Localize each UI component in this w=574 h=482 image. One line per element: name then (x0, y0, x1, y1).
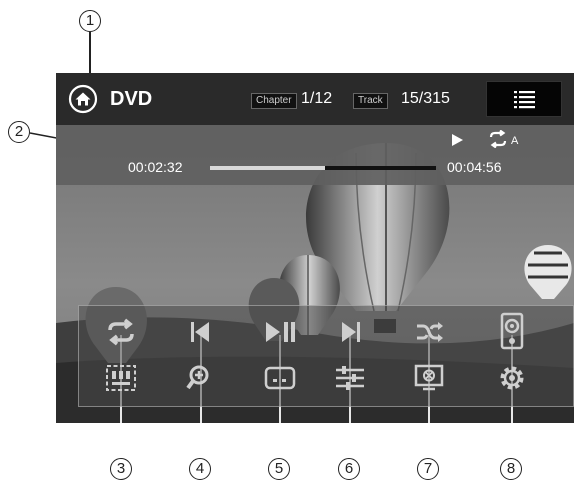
repeat-mode-icon (489, 130, 507, 148)
callout-6: 6 (338, 458, 360, 480)
equalizer-icon (336, 366, 364, 390)
subtitle-button[interactable] (260, 362, 300, 394)
shuffle-icon (417, 322, 443, 342)
screen-off-button[interactable] (409, 362, 449, 394)
repeat-mode-label: A (511, 135, 519, 147)
zoom-button[interactable] (181, 362, 221, 394)
top-bar: DVD Chapter 1/12 Track 15/315 (56, 73, 574, 125)
callout-2: 2 (8, 121, 30, 143)
list-icon (514, 91, 535, 109)
speaker-icon (500, 312, 524, 350)
play-pause-button[interactable] (260, 316, 300, 348)
elapsed-time: 00:02:32 (128, 159, 183, 175)
play-state-icon (452, 134, 463, 146)
equalizer-button[interactable] (330, 362, 370, 394)
next-button[interactable] (330, 316, 370, 348)
previous-icon (191, 322, 209, 342)
total-time: 00:04:56 (447, 159, 502, 175)
track-label: Track (353, 93, 388, 109)
track-value: 15/315 (401, 90, 450, 107)
source-title: DVD (110, 88, 153, 110)
previous-button[interactable] (181, 316, 221, 348)
chapter-label: Chapter (251, 93, 297, 109)
rgb-icon (106, 365, 136, 391)
control-panel (78, 305, 574, 407)
subtitle-icon (264, 366, 296, 390)
callout-5: 5 (268, 458, 290, 480)
callout-1: 1 (79, 10, 101, 32)
repeat-icon (108, 318, 134, 346)
dvd-player-screen: DVD Chapter 1/12 Track 15/315 A 00:02:32… (56, 73, 574, 423)
shuffle-button[interactable] (409, 316, 449, 348)
progress-bar[interactable] (210, 166, 436, 170)
callout-3: 3 (110, 458, 132, 480)
home-button[interactable] (68, 84, 98, 114)
speaker-button[interactable] (492, 312, 532, 350)
settings-icon (500, 366, 524, 390)
callout-8: 8 (500, 458, 522, 480)
rgb-button[interactable] (101, 362, 141, 394)
callout-4: 4 (189, 458, 211, 480)
repeat-button[interactable] (101, 316, 141, 348)
play-pause-icon (266, 322, 295, 342)
playlist-button[interactable] (486, 81, 562, 117)
progress-fill (210, 166, 326, 170)
next-icon (342, 322, 360, 342)
screen-off-icon (414, 364, 444, 391)
progress-strip: A (56, 125, 574, 185)
callout-7: 7 (417, 458, 439, 480)
zoom-icon (186, 365, 209, 390)
chapter-value: 1/12 (301, 90, 333, 107)
settings-button[interactable] (492, 362, 532, 394)
home-icon (68, 84, 98, 114)
